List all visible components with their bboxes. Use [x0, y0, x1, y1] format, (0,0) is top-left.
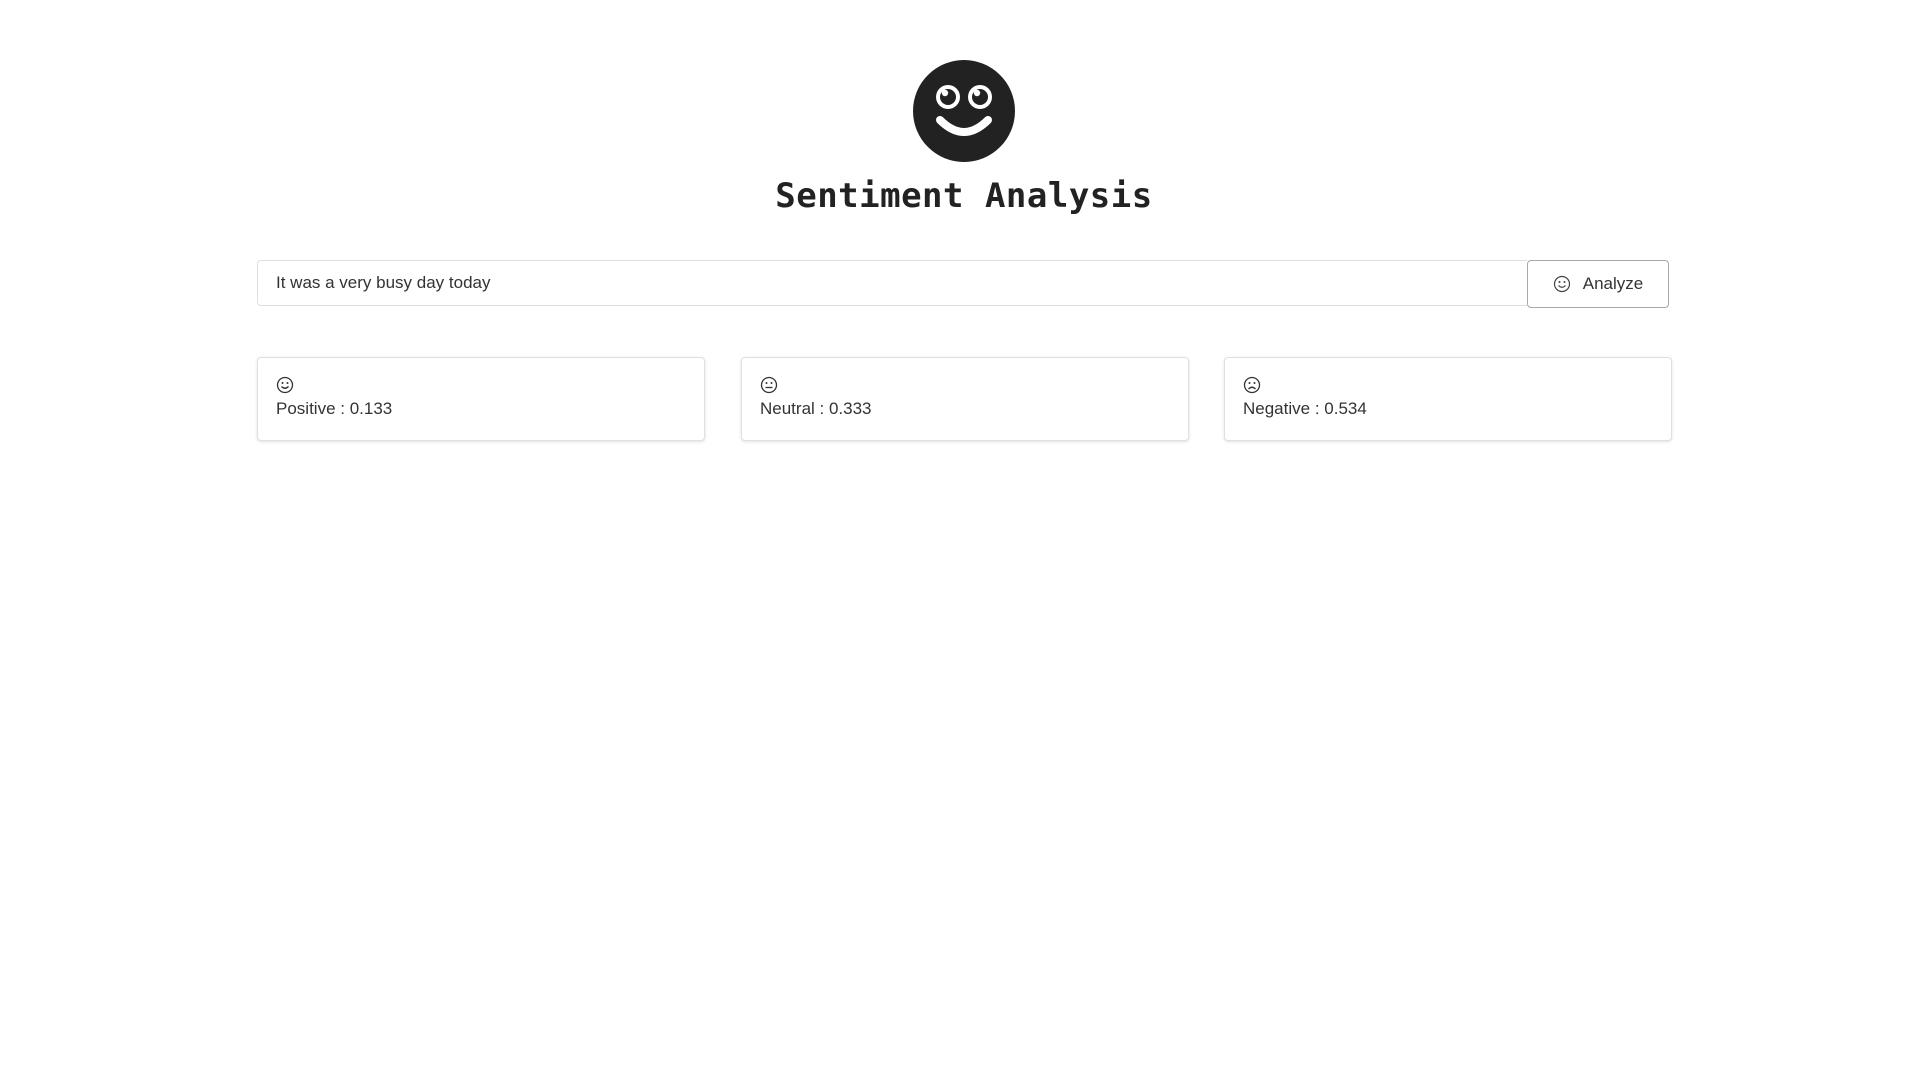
smile-icon [1553, 275, 1571, 293]
positive-score: Positive : 0.133 [276, 399, 393, 418]
smiley-face-icon [913, 60, 1015, 162]
page-title: Sentiment Analysis [775, 176, 1153, 216]
negative-score: Negative : 0.534 [1243, 399, 1367, 418]
neutral-face-icon [760, 376, 778, 394]
sentence-input[interactable] [257, 260, 1527, 306]
search-row: Analyze [257, 260, 1670, 308]
neutral-score: Neutral : 0.333 [760, 399, 872, 418]
analyze-button[interactable]: Analyze [1527, 260, 1669, 308]
smile-icon [276, 376, 294, 394]
analyze-button-label: Analyze [1582, 274, 1644, 293]
page: Sentiment Analysis Analyze P [0, 0, 1920, 1080]
frown-icon [1243, 376, 1261, 394]
result-card-negative: Negative : 0.534 [1224, 357, 1672, 441]
result-card-positive: Positive : 0.133 [257, 357, 705, 441]
result-card-neutral: Neutral : 0.333 [741, 357, 1189, 441]
